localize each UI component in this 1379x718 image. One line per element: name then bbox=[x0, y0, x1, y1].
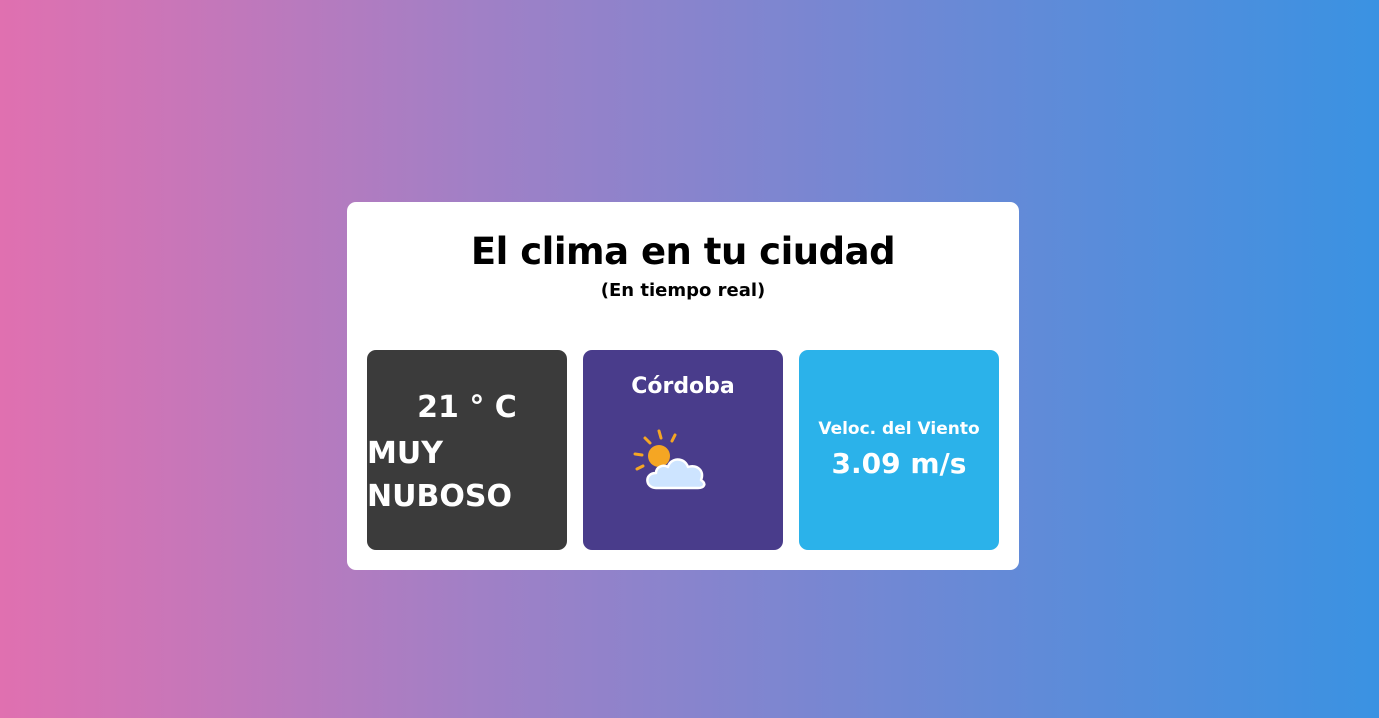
partly-cloudy-icon bbox=[631, 426, 721, 496]
wind-speed-value: 3.09 m/s bbox=[831, 447, 967, 480]
temperature-value: 21 ° C bbox=[417, 390, 517, 425]
wind-speed-label: Veloc. del Viento bbox=[818, 419, 980, 439]
weather-card: El clima en tu ciudad (En tiempo real) 2… bbox=[347, 202, 1019, 570]
city-name: Córdoba bbox=[631, 374, 735, 399]
temperature-tile: 21 ° C MUY NUBOSO bbox=[367, 350, 567, 550]
page-title: El clima en tu ciudad bbox=[470, 230, 896, 273]
page-subtitle: (En tiempo real) bbox=[600, 280, 766, 301]
wind-tile: Veloc. del Viento 3.09 m/s bbox=[799, 350, 999, 550]
city-tile: Córdoba bbox=[583, 350, 783, 550]
weather-description: MUY NUBOSO bbox=[367, 436, 512, 514]
